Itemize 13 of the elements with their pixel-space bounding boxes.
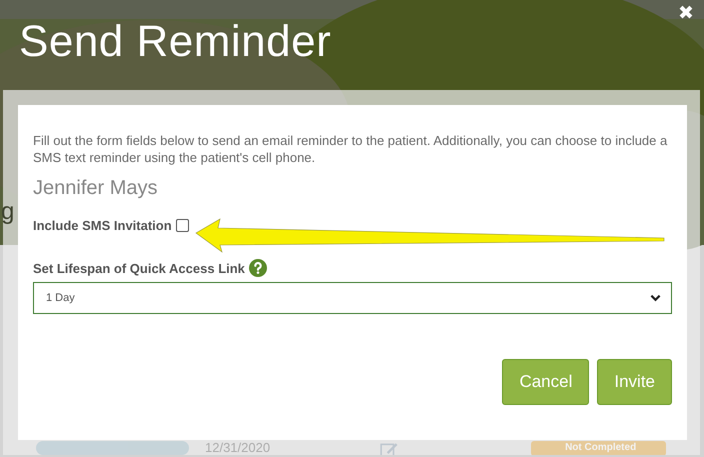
help-icon[interactable]	[248, 259, 267, 277]
lifespan-label: Set Lifespan of Quick Access Link	[33, 260, 245, 276]
background-date: 12/31/2020	[205, 441, 270, 455]
edit-icon	[380, 441, 398, 455]
description-text: Fill out the form fields below to send an email reminder to the patient. Additionally, you can choose to include a SMS text reminder using the patient's cell phone.	[33, 132, 668, 166]
close-button[interactable]: ✖	[676, 4, 696, 24]
lifespan-select[interactable]: 1 Day	[33, 282, 672, 314]
dialog-title: Send Reminder	[19, 16, 332, 68]
status-badge: Not Completed	[531, 441, 666, 455]
sms-checkbox[interactable]	[176, 219, 189, 232]
sms-label: Include SMS Invitation	[33, 218, 172, 233]
patient-name: Jennifer Mays	[33, 177, 158, 200]
chevron-down-icon	[650, 294, 661, 302]
